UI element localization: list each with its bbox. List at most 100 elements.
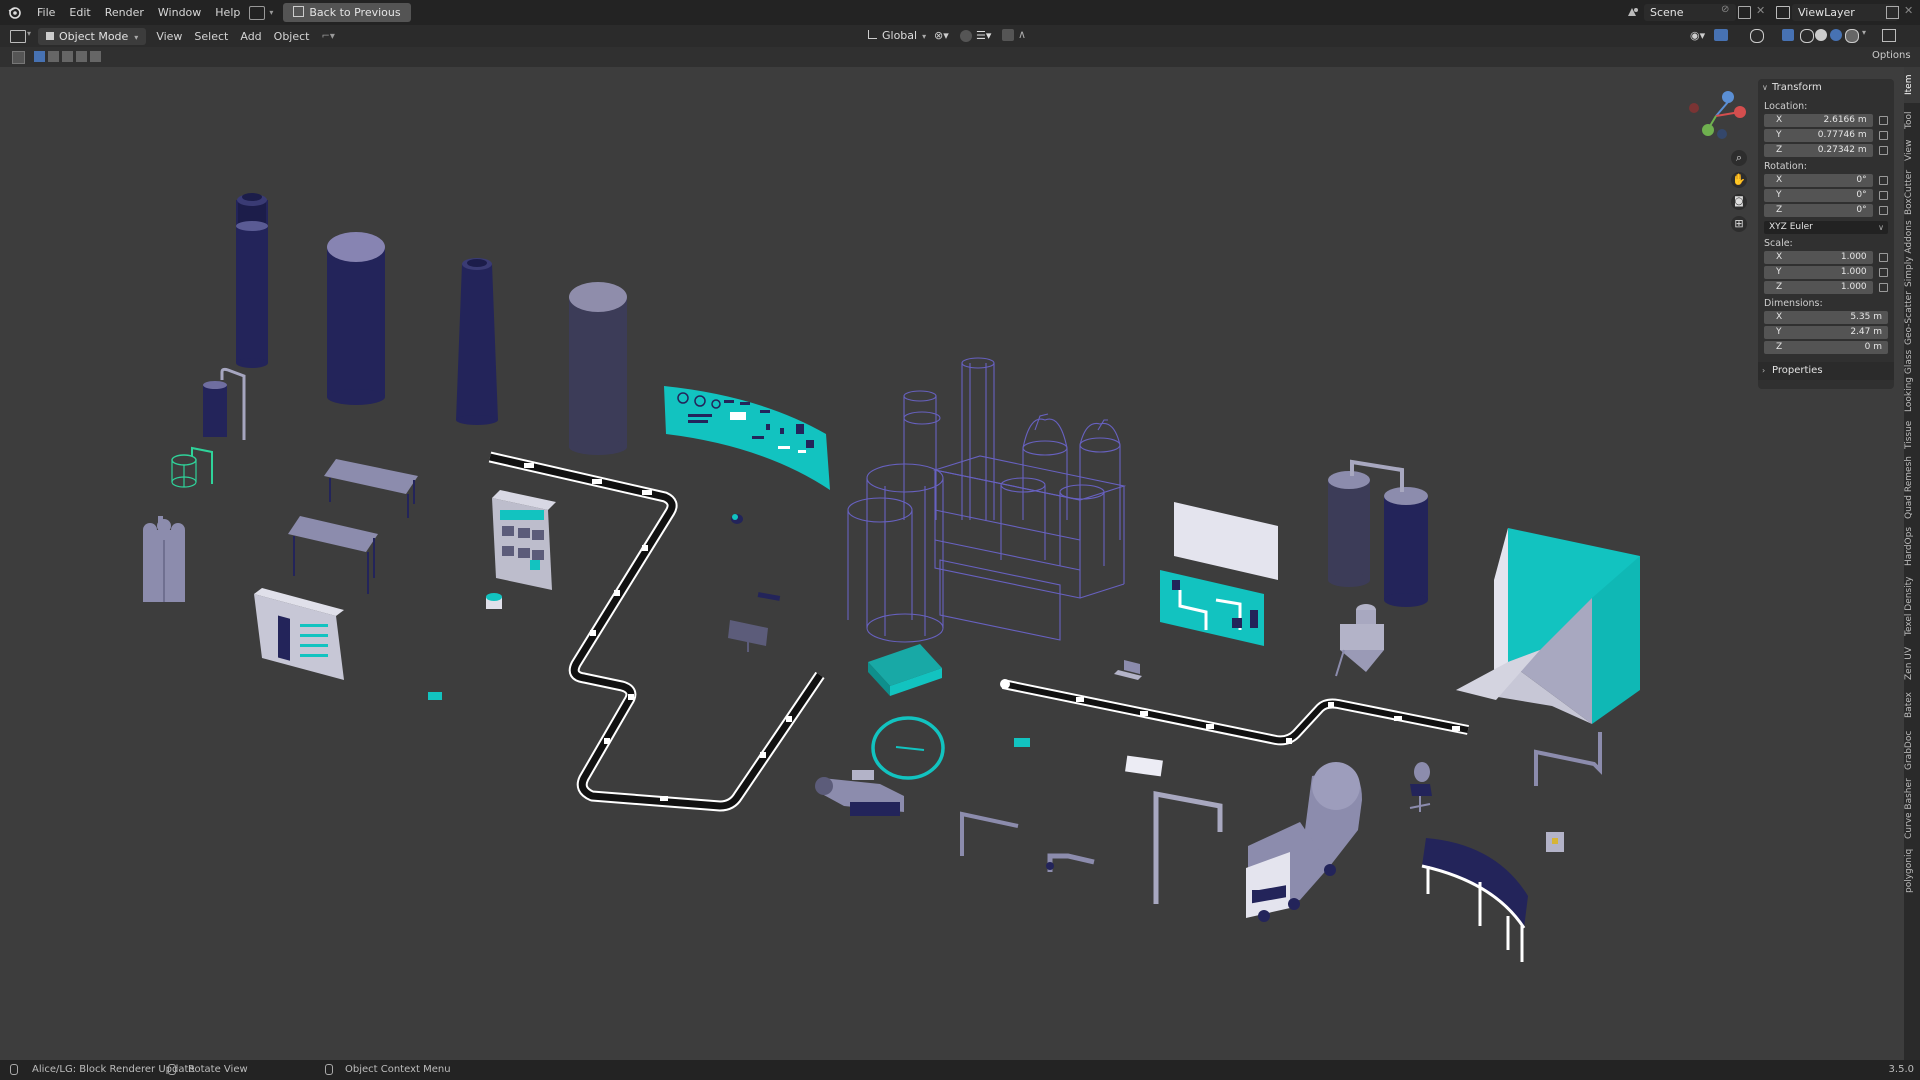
new-view-layer-icon[interactable] xyxy=(1886,6,1899,19)
tab-looking-glass[interactable]: Looking Glass xyxy=(1904,349,1920,413)
view-layer-icon[interactable] xyxy=(1776,6,1790,19)
camera-view-icon[interactable]: ◙ xyxy=(1731,194,1747,210)
lock-icon[interactable] xyxy=(1878,252,1888,262)
pan-hand-icon[interactable]: ✋ xyxy=(1731,172,1747,188)
rotation-mode-dropdown[interactable]: XYZ Euler ∨ xyxy=(1764,221,1888,234)
rotation-y-field[interactable]: Y 0° xyxy=(1764,188,1873,202)
header-menu-object[interactable]: Object xyxy=(268,30,316,43)
play-icon[interactable] xyxy=(12,51,25,64)
back-to-previous-button[interactable]: Back to Previous xyxy=(283,3,411,22)
dimensions-x-field[interactable]: X 5.35 m xyxy=(1764,310,1888,324)
overlay-icon[interactable] xyxy=(1750,29,1764,43)
lock-icon[interactable] xyxy=(1878,205,1888,215)
blender-logo-icon[interactable] xyxy=(6,5,22,21)
location-z-field[interactable]: Z 0.27342 m xyxy=(1764,143,1873,157)
sidebar-toggle-icon[interactable] xyxy=(1882,29,1896,42)
lock-icon[interactable] xyxy=(1878,267,1888,277)
header-menu-select[interactable]: Select xyxy=(188,30,234,43)
tab-view[interactable]: View xyxy=(1904,137,1920,163)
tab-boxcutter[interactable]: BoxCutter xyxy=(1904,167,1920,217)
falloff-icon[interactable]: ∧ xyxy=(1018,28,1026,41)
pin-icon[interactable]: ⊘ xyxy=(1721,4,1729,15)
dimensions-y-field[interactable]: Y 2.47 m xyxy=(1764,325,1888,339)
big-silo-2 xyxy=(569,282,627,455)
editor-type-icon[interactable] xyxy=(10,30,26,43)
xray-icon[interactable] xyxy=(1782,29,1794,41)
axis-label: Z xyxy=(1776,144,1783,155)
tab-batex[interactable]: Batex xyxy=(1904,687,1920,723)
select-mode-extend-icon[interactable] xyxy=(48,51,59,62)
rotation-z-field[interactable]: Z 0° xyxy=(1764,203,1873,217)
object-mode-dropdown[interactable]: Object Mode ▾ xyxy=(38,27,147,45)
tab-tissue[interactable]: Tissue xyxy=(1904,417,1920,453)
select-mode-new-icon[interactable] xyxy=(34,51,45,62)
scene-objects xyxy=(143,193,1640,962)
perspective-grid-icon[interactable]: ⊞ xyxy=(1731,216,1747,232)
lock-icon[interactable] xyxy=(1878,190,1888,200)
navigation-gizmo[interactable] xyxy=(1684,82,1746,144)
snap-target-icon[interactable]: ☰▾ xyxy=(976,29,991,42)
transform-orientation-dropdown[interactable]: Global ▾ xyxy=(868,29,926,42)
location-x-row: X 2.6166 m xyxy=(1764,113,1888,127)
3d-viewport[interactable]: ⌕ ✋ ◙ ⊞ xyxy=(0,67,1904,1060)
shading-material-icon[interactable] xyxy=(1830,29,1842,41)
scale-y-field[interactable]: Y 1.000 xyxy=(1764,265,1873,279)
tab-simply-addons[interactable]: Simply Addons xyxy=(1904,220,1920,287)
tab-curve-basher[interactable]: Curve Basher xyxy=(1904,777,1920,841)
options-dropdown[interactable]: Options xyxy=(1872,50,1911,61)
pivot-point-icon[interactable]: ⊗▾ xyxy=(934,29,949,42)
tab-texel-density[interactable]: Texel Density xyxy=(1904,573,1920,639)
workspace-icon[interactable] xyxy=(249,5,266,20)
location-y-field[interactable]: Y 0.77746 m xyxy=(1764,128,1873,142)
lock-icon[interactable] xyxy=(1878,282,1888,292)
menu-edit[interactable]: Edit xyxy=(62,6,97,19)
tab-quad-remesh[interactable]: Quad Remesh xyxy=(1904,456,1920,519)
transform-header[interactable]: ∨ Transform xyxy=(1758,79,1894,97)
editor-chevron-icon[interactable]: ▾ xyxy=(27,29,31,38)
shading-chevron-icon[interactable]: ▾ xyxy=(1862,28,1866,37)
lock-icon[interactable] xyxy=(1878,115,1888,125)
close-scene-icon[interactable]: ✕ xyxy=(1756,4,1765,17)
select-mode-invert-icon[interactable] xyxy=(76,51,87,62)
rotation-x-field[interactable]: X 0° xyxy=(1764,173,1873,187)
shading-wireframe-icon[interactable] xyxy=(1800,29,1814,43)
visibility-icon[interactable]: ◉▾ xyxy=(1690,29,1705,42)
tab-geo-scatter[interactable]: Geo-Scatter xyxy=(1904,291,1920,345)
chevron-down-icon[interactable]: ▾ xyxy=(269,8,273,17)
lock-icon[interactable] xyxy=(1878,145,1888,155)
tab-grabdoc[interactable]: GrabDoc xyxy=(1904,727,1920,773)
new-scene-icon[interactable] xyxy=(1738,6,1751,19)
tab-tool[interactable]: Tool xyxy=(1904,107,1920,133)
menu-help[interactable]: Help xyxy=(208,6,247,19)
gpencil-icon[interactable]: ⌐▾ xyxy=(321,31,334,42)
tab-hardops[interactable]: HardOps xyxy=(1904,523,1920,569)
select-mode-intersect-icon[interactable] xyxy=(90,51,101,62)
close-view-layer-icon[interactable]: ✕ xyxy=(1904,4,1913,17)
header-menu-add[interactable]: Add xyxy=(234,30,267,43)
menu-window[interactable]: Window xyxy=(151,6,208,19)
menu-render[interactable]: Render xyxy=(98,6,151,19)
scene-type-icon[interactable] xyxy=(1626,5,1640,19)
location-x-field[interactable]: X 2.6166 m xyxy=(1764,113,1873,127)
axis-label: Y xyxy=(1776,266,1782,277)
properties-header[interactable]: › Properties xyxy=(1758,362,1894,380)
scale-z-field[interactable]: Z 1.000 xyxy=(1764,280,1873,294)
shading-solid-icon[interactable] xyxy=(1815,29,1827,41)
lock-icon[interactable] xyxy=(1878,175,1888,185)
lock-icon[interactable] xyxy=(1878,130,1888,140)
tab-polygoniq[interactable]: polygoniq xyxy=(1904,845,1920,897)
scale-x-field[interactable]: X 1.000 xyxy=(1764,250,1873,264)
menu-file[interactable]: File xyxy=(30,6,62,19)
snap-icon[interactable] xyxy=(960,30,972,42)
shading-rendered-icon[interactable] xyxy=(1845,29,1859,43)
tab-item[interactable]: Item xyxy=(1904,67,1920,103)
zoom-icon[interactable]: ⌕ xyxy=(1731,150,1747,166)
select-mode-subtract-icon[interactable] xyxy=(62,51,73,62)
header-menu-view[interactable]: View xyxy=(150,30,188,43)
chevron-down-icon: ▾ xyxy=(922,32,927,41)
dimensions-z-field[interactable]: Z 0 m xyxy=(1764,340,1888,354)
tab-zen-uv[interactable]: Zen UV xyxy=(1904,643,1920,683)
view-layer-selector[interactable]: ViewLayer xyxy=(1792,4,1898,21)
gizmo-icon[interactable] xyxy=(1714,29,1728,41)
proportional-edit-icon[interactable] xyxy=(1002,29,1014,41)
